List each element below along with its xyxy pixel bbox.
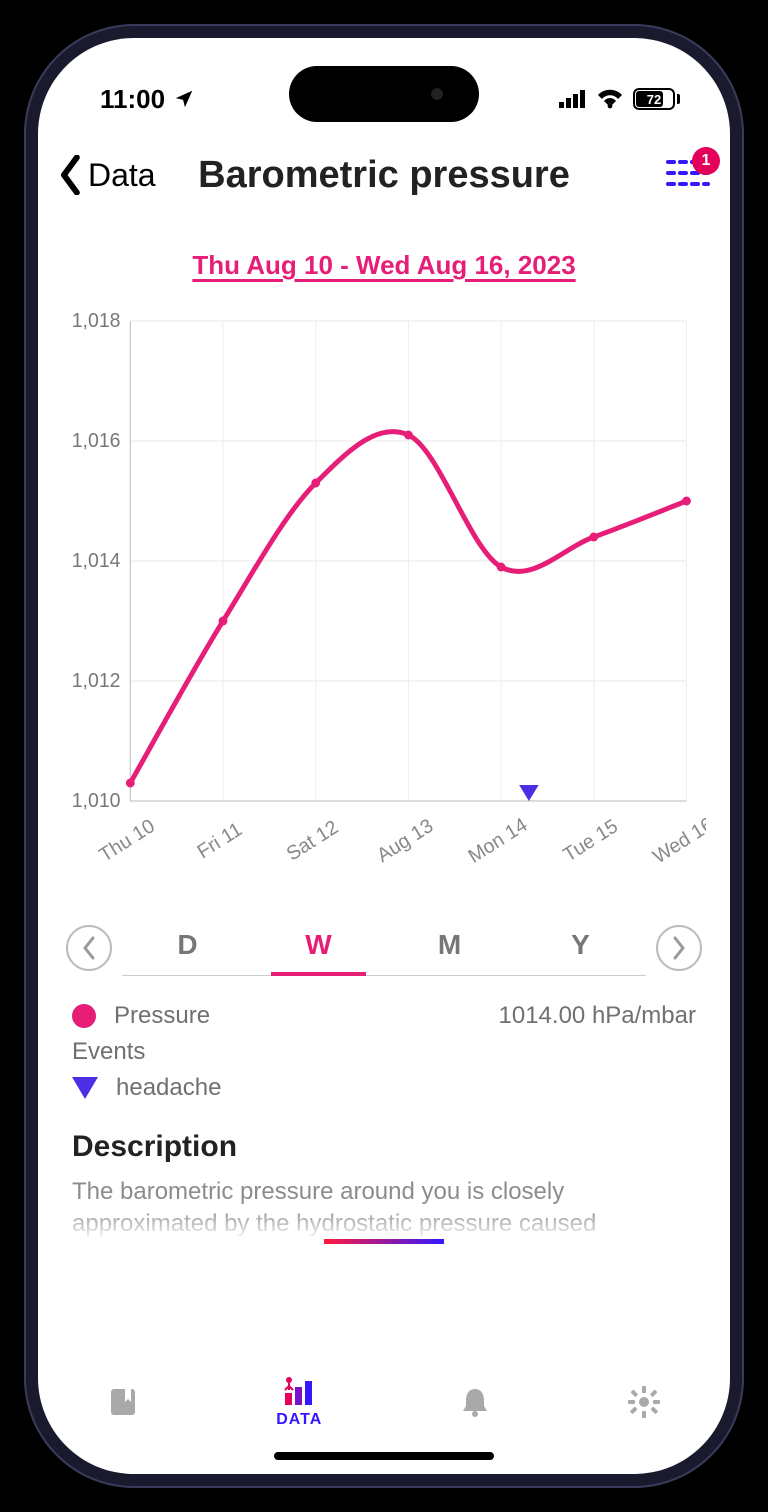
tab-diary[interactable]	[107, 1386, 139, 1418]
next-period-button[interactable]	[656, 925, 702, 971]
chevron-right-icon	[671, 936, 687, 960]
description-heading: Description	[72, 1130, 696, 1164]
date-range-picker[interactable]: Thu Aug 10 - Wed Aug 16, 2023	[58, 250, 710, 281]
legend-events-label: Events	[72, 1038, 696, 1066]
wifi-icon	[597, 89, 623, 109]
headache-triangle-icon	[72, 1077, 98, 1099]
dynamic-island	[289, 66, 479, 122]
svg-text:Aug 13: Aug 13	[373, 815, 437, 867]
app-header: Data Barometric pressure 1	[58, 140, 710, 210]
svg-text:Mon 14: Mon 14	[465, 814, 532, 868]
back-button[interactable]: Data	[58, 155, 156, 195]
location-icon	[173, 88, 195, 110]
description-body: The barometric pressure around you is cl…	[72, 1176, 696, 1241]
range-tabs: DWMY	[122, 919, 646, 976]
svg-text:1,010: 1,010	[72, 790, 121, 812]
chevron-left-icon	[58, 155, 84, 195]
range-tab-d[interactable]: D	[122, 919, 253, 975]
tab-data[interactable]: DATA	[276, 1375, 322, 1429]
legend-event-name: headache	[116, 1074, 221, 1102]
range-tab-y[interactable]: Y	[515, 919, 646, 975]
bookmark-icon	[107, 1386, 139, 1418]
svg-text:1,014: 1,014	[72, 550, 121, 572]
svg-text:Tue 15: Tue 15	[559, 815, 621, 866]
svg-text:Thu 10: Thu 10	[96, 815, 159, 867]
tab-data-label: DATA	[276, 1411, 322, 1429]
pressure-chart[interactable]: 1,010 1,012 1,014 1,016 1,018 Thu 10 Fri 11 Sat…	[62, 311, 706, 891]
pressure-dot-icon	[72, 1004, 96, 1028]
filter-button[interactable]: 1	[666, 157, 710, 194]
range-tab-m[interactable]: M	[384, 919, 515, 975]
battery-icon: 72	[633, 88, 680, 110]
home-indicator[interactable]	[274, 1452, 494, 1460]
bell-icon	[460, 1386, 490, 1418]
svg-text:1,016: 1,016	[72, 430, 121, 452]
accent-strip	[324, 1239, 444, 1244]
chart-legend: Pressure 1014.00 hPa/mbar Events headach…	[72, 1002, 696, 1102]
svg-text:Sat 12: Sat 12	[283, 816, 342, 866]
status-time: 11:00	[100, 84, 165, 115]
svg-text:Wed 16: Wed 16	[649, 813, 706, 868]
back-label: Data	[88, 157, 156, 194]
tab-alerts[interactable]	[460, 1386, 490, 1418]
svg-text:1,012: 1,012	[72, 670, 121, 692]
prev-period-button[interactable]	[66, 925, 112, 971]
filter-badge: 1	[692, 147, 720, 175]
cellular-icon	[559, 90, 587, 108]
svg-text:Fri 11: Fri 11	[194, 818, 247, 863]
gear-icon	[627, 1385, 661, 1419]
legend-pressure-label: Pressure	[114, 1002, 210, 1030]
chevron-left-icon	[81, 936, 97, 960]
tab-settings[interactable]	[627, 1385, 661, 1419]
data-chart-icon	[281, 1375, 317, 1405]
svg-text:1,018: 1,018	[72, 311, 121, 332]
range-tab-w[interactable]: W	[253, 919, 384, 975]
legend-pressure-value: 1014.00 hPa/mbar	[499, 1002, 696, 1030]
